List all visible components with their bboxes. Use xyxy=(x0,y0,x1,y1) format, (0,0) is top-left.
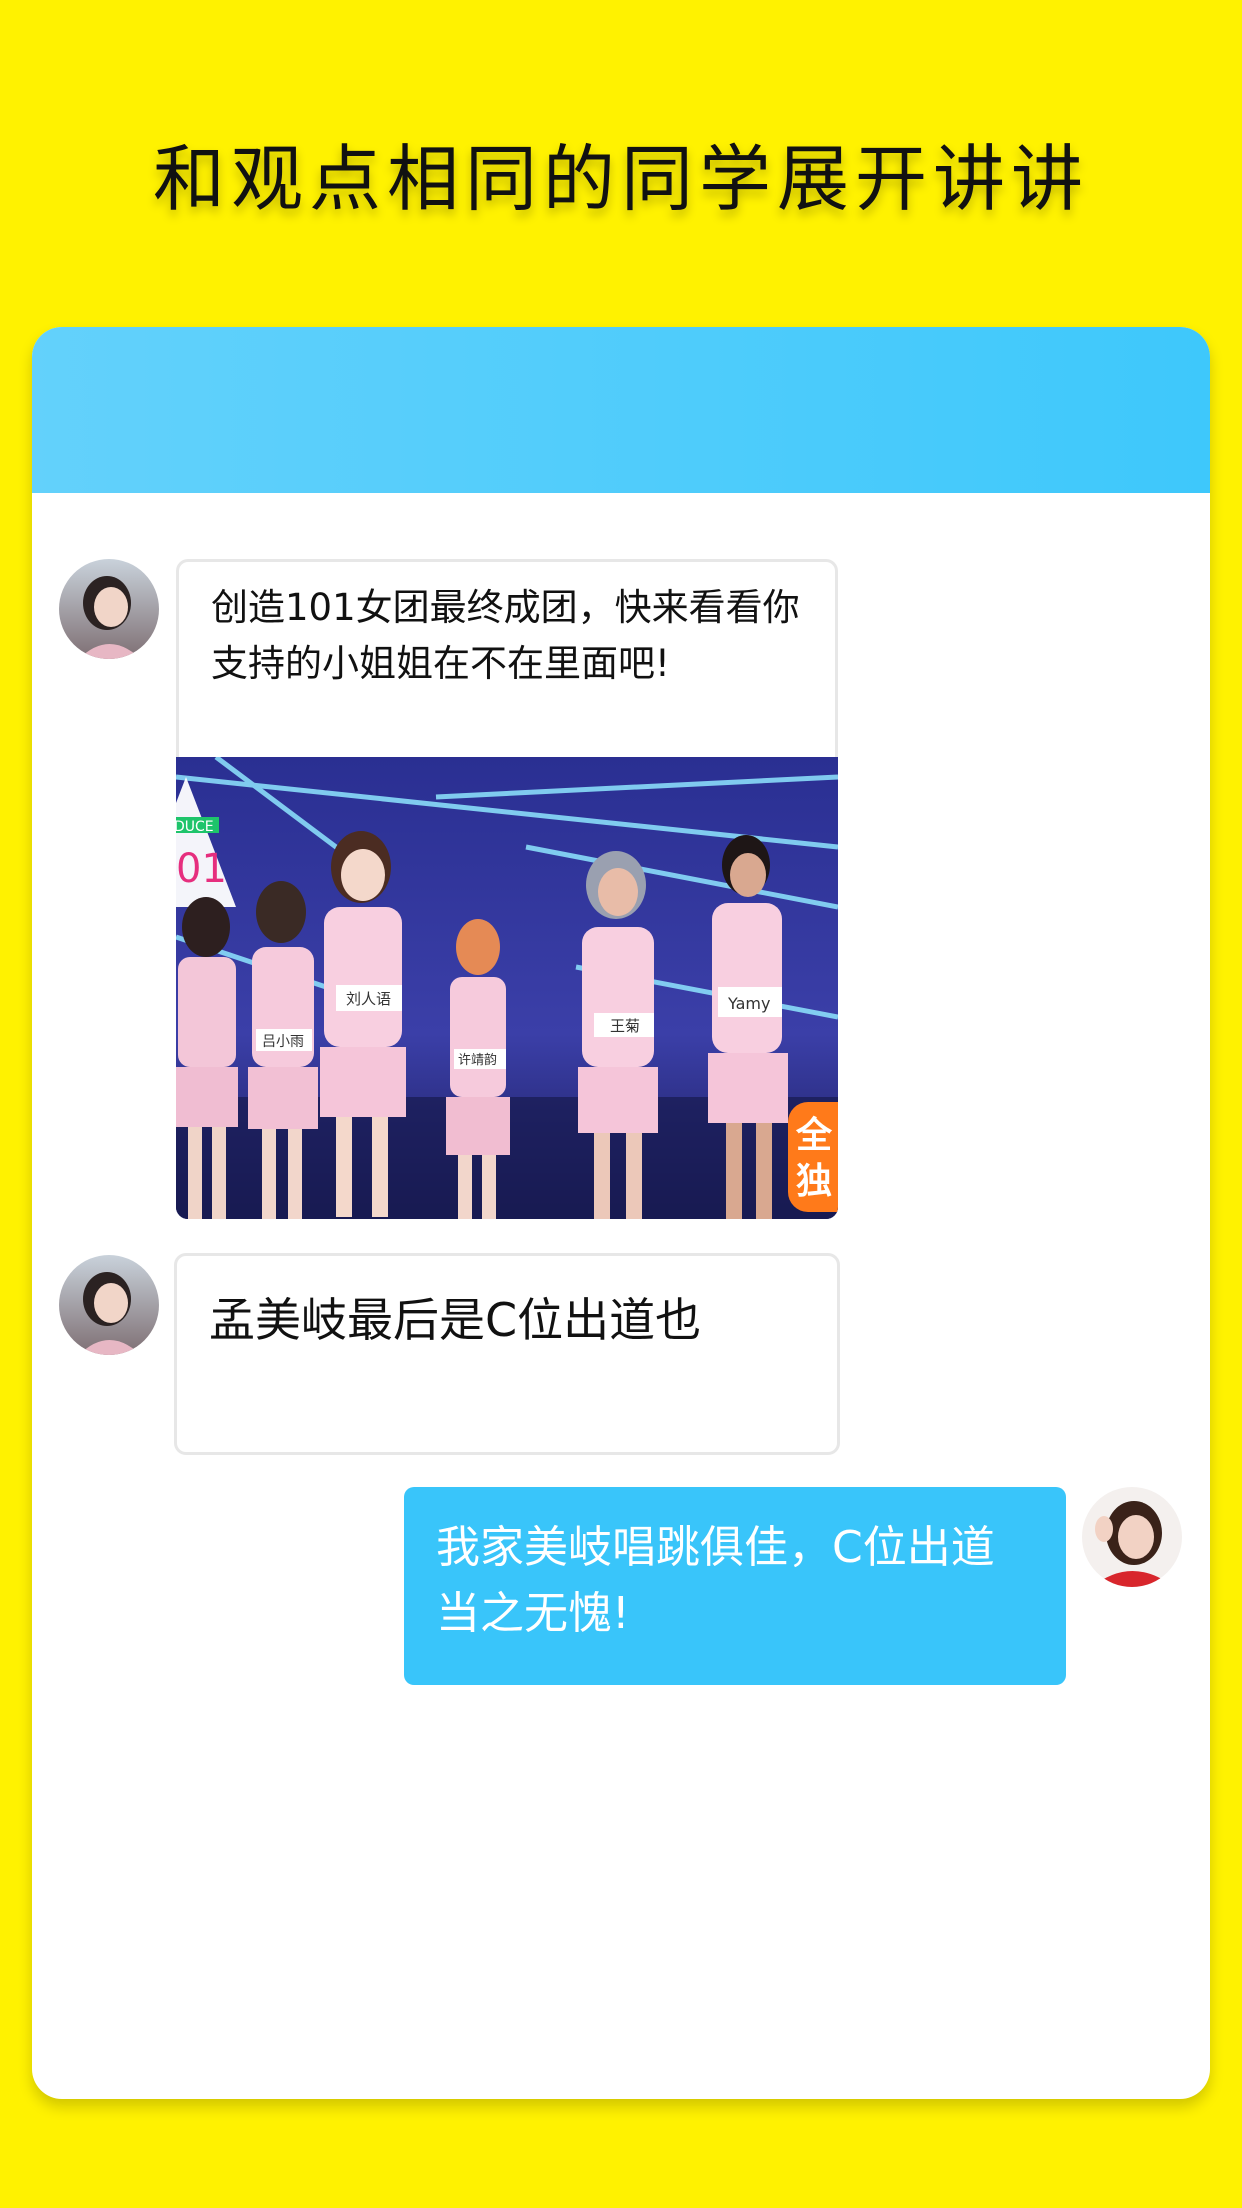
svg-text:王菊: 王菊 xyxy=(610,1017,640,1035)
svg-text:01: 01 xyxy=(176,846,227,892)
svg-text:全: 全 xyxy=(795,1114,833,1156)
avatar-photo xyxy=(59,559,159,659)
sender-avatar[interactable] xyxy=(59,559,159,659)
message-bubble[interactable]: 孟美岐最后是C位出道也 xyxy=(174,1253,840,1455)
my-message-bubble[interactable]: 我家美岐唱跳俱佳，C位出道当之无愧! xyxy=(404,1487,1066,1685)
svg-text:许靖韵: 许靖韵 xyxy=(458,1053,497,1068)
message-text: 创造101女团最终成团，快来看看你支持的小姐姐在不在里面吧! xyxy=(211,586,800,685)
svg-text:吕小雨: 吕小雨 xyxy=(262,1034,304,1050)
stage-photo: DUCE 01 吕小雨 刘人语 许靖韵 王菊 Yamy 全 独 xyxy=(176,757,838,1219)
svg-text:DUCE: DUCE xyxy=(176,819,214,835)
message-image[interactable]: DUCE 01 吕小雨 刘人语 许靖韵 王菊 Yamy 全 独 xyxy=(176,757,838,1219)
svg-text:刘人语: 刘人语 xyxy=(346,990,391,1008)
message-bubble[interactable]: 创造101女团最终成团，快来看看你支持的小姐姐在不在里面吧! xyxy=(176,559,838,761)
chat-card: 创造101女团最终成团，快来看看你支持的小姐姐在不在里面吧! DUCE 01 吕… xyxy=(32,327,1210,2099)
card-header xyxy=(32,327,1210,493)
page-title: 和观点相同的同学展开讲讲 xyxy=(152,137,1089,221)
svg-text:独: 独 xyxy=(796,1161,832,1202)
svg-text:Yamy: Yamy xyxy=(727,994,770,1013)
sender-avatar[interactable] xyxy=(59,1255,159,1355)
avatar-photo xyxy=(59,1255,159,1355)
my-avatar[interactable] xyxy=(1082,1487,1182,1587)
avatar-photo xyxy=(1082,1487,1182,1587)
message-text: 孟美岐最后是C位出道也 xyxy=(209,1293,702,1347)
message-text: 我家美岐唱跳俱佳，C位出道当之无愧! xyxy=(436,1522,995,1639)
